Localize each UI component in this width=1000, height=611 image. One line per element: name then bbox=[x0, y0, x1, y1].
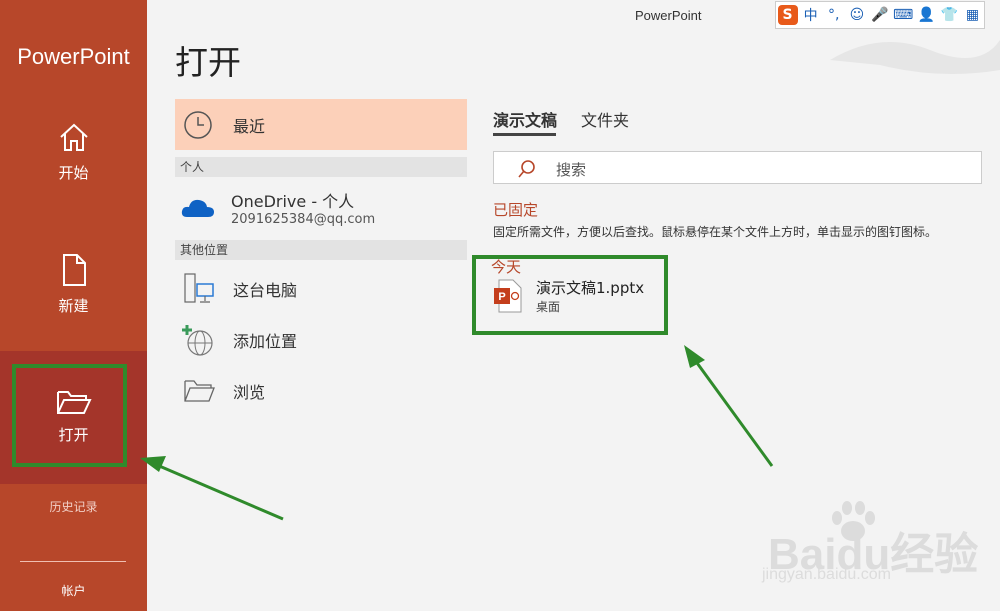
baidu-watermark-url: jingyan.baidu.com bbox=[762, 566, 891, 583]
baidu-paw-icon bbox=[832, 501, 875, 541]
